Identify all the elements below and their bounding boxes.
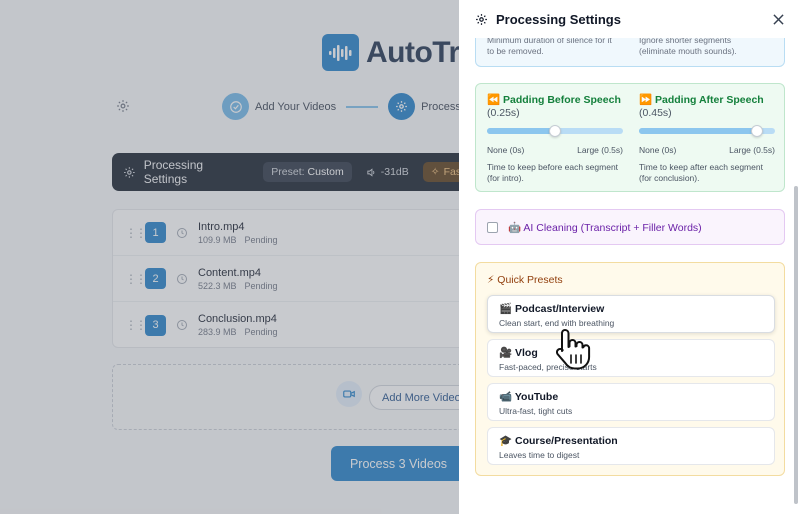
slider-max-label: Large (0.5s)	[577, 145, 623, 155]
ai-cleaning-label[interactable]: 🤖 AI Cleaning (Transcript + Filler Words…	[508, 221, 702, 234]
padding-after-title: ⏩ Padding After Speech (0.45s)	[639, 94, 764, 119]
preset-desc: Fast-paced, precise starts	[499, 362, 597, 372]
slider-min-label: None (0s)	[639, 145, 677, 155]
graduation-cap-icon: 🎓	[499, 435, 513, 447]
panel-header: Processing Settings	[459, 0, 800, 38]
slider-thumb[interactable]	[750, 125, 763, 137]
preset-desc: Leaves time to digest	[499, 450, 580, 460]
ai-cleaning-card[interactable]: 🤖 AI Cleaning (Transcript + Filler Words…	[475, 209, 785, 245]
padding-before-title: ⏪ Padding Before Speech (0.25s)	[487, 94, 621, 119]
preset-course-presentation[interactable]: 🎓 Course/Presentation Leaves time to dig…	[487, 427, 775, 465]
padding-before-slider[interactable]	[487, 125, 623, 137]
silence-settings-card: Minimum duration of silence for it to be…	[475, 38, 785, 67]
preset-name: YouTube	[514, 391, 559, 403]
min-segment-desc: Ignore shorter segments (eliminate mouth…	[639, 38, 737, 56]
preset-podcast-interview[interactable]: 🎬 Podcast/Interview Clean start, end wit…	[487, 295, 775, 333]
padding-after-section: ⏩ Padding After Speech (0.45s) None (0s)…	[639, 94, 775, 184]
padding-before-section: ⏪ Padding Before Speech (0.25s) None (0s…	[487, 94, 623, 184]
gear-icon	[476, 13, 487, 25]
panel-scroll-area[interactable]: Minimum duration of silence for it to be…	[459, 38, 800, 514]
preset-name: Podcast/Interview	[515, 303, 605, 315]
hand-pointer-cursor-icon	[555, 329, 591, 370]
preset-name: Vlog	[515, 347, 538, 359]
slider-thumb[interactable]	[549, 125, 561, 137]
robot-icon: 🤖	[508, 221, 522, 234]
slider-min-label: None (0s)	[487, 145, 525, 155]
preset-desc: Ultra-fast, tight cuts	[499, 406, 573, 416]
rewind-icon: ⏪	[487, 94, 501, 106]
padding-card: ⏪ Padding Before Speech (0.25s) None (0s…	[475, 83, 785, 192]
min-silence-desc: Minimum duration of silence for it to be…	[487, 38, 612, 56]
preset-name: Course/Presentation	[515, 435, 618, 447]
preset-vlog[interactable]: 🎥 Vlog Fast-paced, precise starts	[487, 339, 775, 377]
ai-cleaning-checkbox[interactable]	[487, 221, 498, 233]
clapperboard-icon: 🎬	[499, 303, 513, 315]
padding-before-desc: Time to keep before each segment (for in…	[487, 162, 619, 183]
fast-forward-icon: ⏩	[639, 94, 653, 106]
quick-presets-title: ⚡ Quick Presets	[487, 274, 563, 286]
preset-youtube[interactable]: 📹 YouTube Ultra-fast, tight cuts	[487, 383, 775, 421]
processing-settings-panel: Processing Settings Minimum duration of …	[459, 0, 800, 514]
quick-presets-card: ⚡ Quick Presets 🎬 Podcast/Interview Clea…	[475, 262, 785, 476]
video-camera-icon: 📹	[499, 391, 513, 403]
panel-scrollbar[interactable]	[794, 186, 798, 504]
close-button[interactable]	[770, 11, 786, 27]
slider-max-label: Large (0.5s)	[729, 145, 775, 155]
movie-camera-icon: 🎥	[499, 347, 513, 359]
panel-title: Processing Settings	[496, 11, 621, 27]
padding-after-desc: Time to keep after each segment (for con…	[639, 162, 763, 183]
close-icon	[772, 13, 784, 25]
padding-after-slider[interactable]	[639, 125, 775, 137]
preset-desc: Clean start, end with breathing	[499, 318, 615, 328]
